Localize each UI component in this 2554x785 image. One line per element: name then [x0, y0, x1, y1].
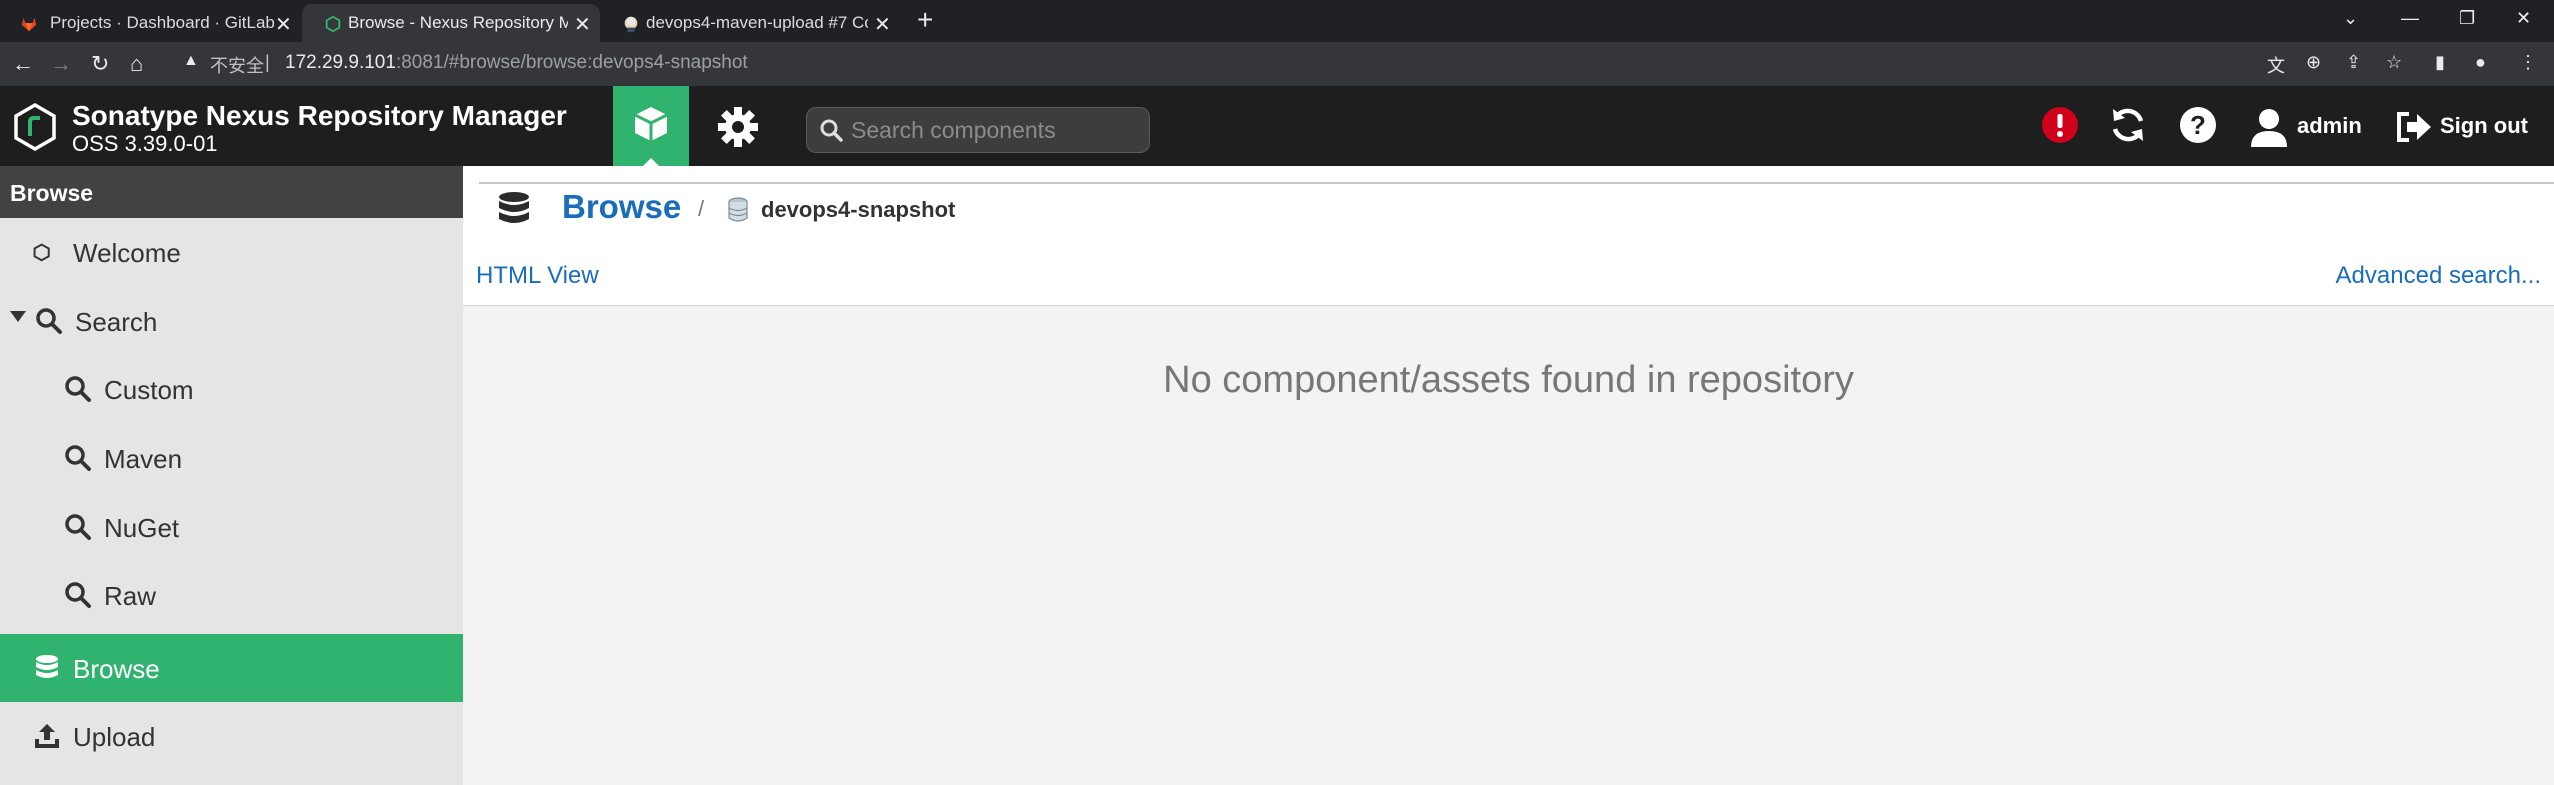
svg-text:?: ? — [2190, 110, 2206, 140]
sidebar-item-label: Browse — [73, 654, 160, 684]
active-mode-caret — [643, 158, 659, 166]
sidebar-item-raw[interactable]: Raw — [0, 561, 463, 629]
advanced-search-link[interactable]: Advanced search... — [2336, 262, 2541, 290]
help-icon[interactable]: ? — [2178, 105, 2218, 145]
sidebar-item-label: Custom — [104, 375, 194, 405]
app-title: Sonatype Nexus Repository Manager — [72, 100, 567, 131]
reload-icon[interactable]: ↻ — [91, 51, 109, 77]
browser-tab-jenkins[interactable]: devops4-maven-upload #7 Co ✕ — [602, 4, 902, 42]
database-icon — [36, 655, 58, 678]
repository-icon — [728, 197, 748, 222]
sidebar-item-browse[interactable]: Browse — [0, 634, 463, 702]
breadcrumb-repository: devops4-snapshot — [761, 197, 956, 222]
sidebar-item-search[interactable]: Search — [0, 287, 463, 355]
sidebar-item-label: Maven — [104, 444, 183, 474]
gear-icon[interactable] — [716, 105, 760, 149]
tab-title: devops4-maven-upload #7 Co — [646, 13, 868, 32]
share-icon[interactable]: ⇪ — [2346, 52, 2361, 73]
forward-arrow-icon[interactable]: → — [50, 51, 72, 77]
browser-tab-nexus[interactable]: Browse - Nexus Repository Ma ✕ — [302, 4, 600, 42]
sign-out-button[interactable]: Sign out — [2440, 113, 2528, 139]
maximize-button[interactable]: ❐ — [2459, 8, 2475, 29]
app-version: OSS 3.39.0-01 — [72, 131, 218, 156]
caret-down-icon[interactable] — [10, 311, 26, 322]
side-panel-icon[interactable]: ▮ — [2435, 52, 2445, 73]
jenkins-icon — [624, 16, 638, 33]
sidebar-item-label: Upload — [73, 722, 156, 752]
sidebar-item-label: Raw — [104, 581, 157, 611]
url-path: :8081/#browse/browse:devops4-snapshot — [395, 52, 748, 73]
html-view-link[interactable]: HTML View — [476, 262, 599, 290]
search-icon — [65, 376, 91, 402]
tab-title: Projects · Dashboard · GitLab — [50, 13, 275, 32]
search-icon — [65, 445, 91, 471]
minimize-button[interactable]: — — [2401, 8, 2419, 29]
component-search-box[interactable] — [806, 107, 1150, 153]
sidebar-item-welcome[interactable]: Welcome — [0, 218, 463, 286]
empty-state-message: No component/assets found in repository — [1163, 359, 1854, 401]
bookmark-star-icon[interactable]: ☆ — [2386, 52, 2402, 73]
zoom-icon[interactable]: ⊕ — [2306, 52, 2321, 73]
main-panel: Browse / devops4-snapshot HTML View Adva… — [463, 166, 2554, 785]
sidebar-item-label: NuGet — [104, 513, 180, 543]
tab-title: Browse - Nexus Repository Ma — [348, 13, 568, 32]
close-icon[interactable]: ✕ — [874, 12, 891, 37]
new-tab-button[interactable]: + — [917, 6, 933, 34]
sidebar-item-custom[interactable]: Custom — [0, 355, 463, 423]
translate-icon[interactable]: 文 — [2267, 52, 2285, 78]
security-label[interactable]: 不安全 — [210, 52, 264, 78]
search-icon — [65, 582, 91, 608]
search-icon — [65, 514, 91, 540]
browse-toolbar: Browse / devops4-snapshot HTML View Adva… — [463, 166, 2554, 306]
breadcrumb-separator: / — [698, 196, 705, 221]
sidebar-item-label: Welcome — [73, 238, 181, 268]
database-icon — [499, 192, 529, 223]
sidebar-item-upload[interactable]: Upload — [0, 702, 463, 770]
tab-search-chevron-icon[interactable]: ⌄ — [2343, 8, 2358, 29]
browse-mode-button[interactable] — [613, 86, 689, 166]
home-icon[interactable]: ⌂ — [130, 51, 143, 77]
sidebar-item-maven[interactable]: Maven — [0, 424, 463, 492]
alert-icon[interactable] — [2040, 105, 2080, 145]
back-arrow-icon[interactable]: ← — [12, 51, 34, 77]
sidebar-heading: Browse — [0, 166, 463, 218]
browser-tab-gitlab[interactable]: Projects · Dashboard · GitLab ✕ — [0, 4, 300, 42]
refresh-icon[interactable] — [2108, 105, 2148, 145]
sidebar-item-label: Search — [75, 307, 158, 337]
security-divider: | — [265, 52, 270, 72]
window-close-button[interactable]: ✕ — [2516, 8, 2531, 29]
warning-icon[interactable]: ▲ — [183, 52, 199, 70]
nexus-icon — [325, 15, 341, 33]
hexagon-icon — [33, 243, 50, 262]
browser-tab-bar: Projects · Dashboard · GitLab ✕ Browse -… — [0, 0, 2554, 42]
profile-icon[interactable]: ● — [2475, 52, 2486, 73]
search-icon — [820, 119, 843, 142]
sidebar: Browse Welcome Search Custom Maven NuGet… — [0, 166, 463, 785]
nexus-logo — [14, 102, 56, 152]
search-components-input[interactable] — [851, 116, 1141, 144]
search-icon — [36, 308, 62, 334]
close-icon[interactable]: ✕ — [574, 12, 591, 37]
gitlab-icon — [21, 17, 37, 32]
sidebar-item-nuget[interactable]: NuGet — [0, 493, 463, 561]
divider — [479, 182, 2554, 184]
upload-icon — [35, 724, 59, 748]
breadcrumb-browse[interactable]: Browse — [562, 188, 681, 226]
sign-out-icon[interactable] — [2395, 110, 2433, 144]
cube-icon — [634, 107, 668, 141]
url-host: 172.29.9.101 — [285, 52, 396, 73]
menu-icon[interactable]: ⋮ — [2519, 52, 2537, 73]
user-icon[interactable] — [2249, 107, 2289, 147]
url-text[interactable]: 172.29.9.101:8081/#browse/browse:devops4… — [285, 52, 748, 74]
close-icon[interactable]: ✕ — [275, 12, 292, 37]
user-menu[interactable]: admin — [2297, 113, 2362, 139]
